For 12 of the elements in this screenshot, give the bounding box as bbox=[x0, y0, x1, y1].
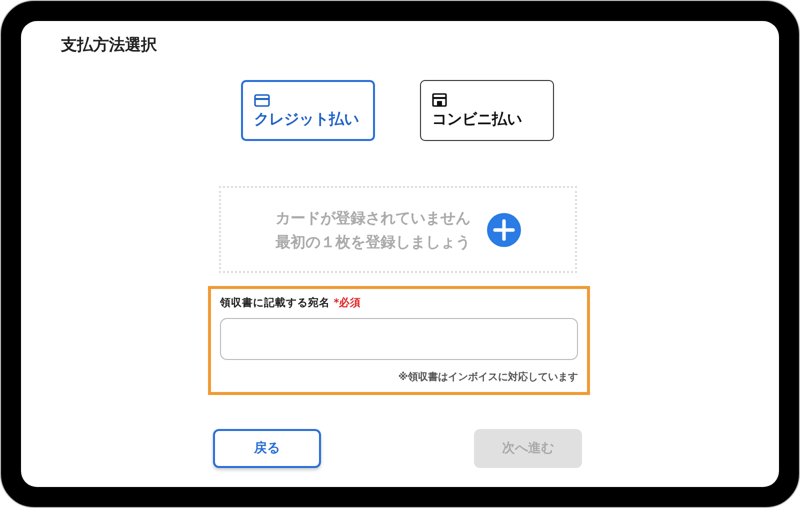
payment-method-option[interactable]: クレジット払い bbox=[241, 80, 375, 141]
field-label: 領収書に記載する宛名 *必須 bbox=[220, 296, 362, 311]
add-icon[interactable] bbox=[486, 212, 520, 246]
no-card-message: 最初の１枚を登録しましょう bbox=[276, 232, 470, 252]
input-field[interactable] bbox=[220, 318, 578, 360]
invoice-note: ※領収書はインボイスに対応しています bbox=[397, 370, 578, 385]
no-card-message: カードが登録されていません bbox=[276, 208, 470, 228]
back-button[interactable]: 戻る bbox=[213, 428, 321, 468]
credit-card-icon bbox=[254, 94, 270, 106]
page-title: 支払方法選択 bbox=[61, 35, 158, 55]
payment-method-option[interactable]: コンビニ払い bbox=[420, 80, 554, 141]
store-icon bbox=[432, 93, 447, 107]
